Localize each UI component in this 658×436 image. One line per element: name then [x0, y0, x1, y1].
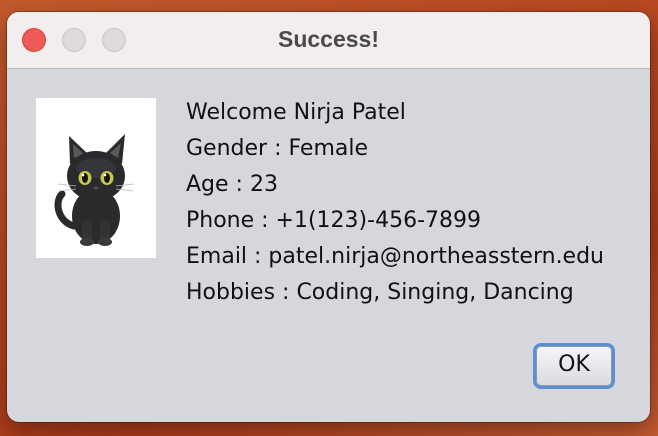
age-text: Age : 23: [186, 172, 278, 197]
avatar: [36, 98, 156, 258]
black-cat-icon: [54, 134, 135, 246]
email-text: Email : patel.nirja@northeasstern.edu: [186, 244, 604, 269]
phone-text: Phone : +1(123)-456-7899: [186, 208, 481, 233]
hobbies-text: Hobbies : Coding, Singing, Dancing: [186, 280, 574, 305]
user-info: Welcome Nirja Patel Gender : Female Age …: [186, 98, 604, 314]
window-title: Success!: [277, 26, 379, 52]
gender-text: Gender : Female: [186, 136, 369, 161]
success-dialog: Success! Welcome Nirja Patel Gender: Fe…: [7, 12, 650, 422]
ok-button[interactable]: OK: [533, 343, 615, 389]
welcome-text: Welcome Nirja Patel: [186, 100, 406, 125]
title-bar: Success!: [7, 12, 650, 69]
